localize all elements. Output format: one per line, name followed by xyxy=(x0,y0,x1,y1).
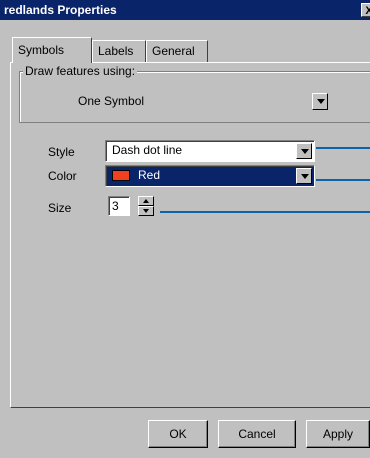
cancel-button[interactable]: Cancel xyxy=(218,420,296,448)
apply-button[interactable]: Apply xyxy=(306,420,370,448)
tab-general[interactable]: General xyxy=(146,40,208,62)
tab-labels[interactable]: Labels xyxy=(92,40,146,62)
close-button[interactable]: X xyxy=(361,3,370,17)
title-bar: redlands Properties X xyxy=(0,0,370,20)
window-title: redlands Properties xyxy=(4,3,117,17)
ok-button[interactable]: OK xyxy=(148,420,208,448)
tab-symbols[interactable]: Symbols xyxy=(12,37,92,63)
symbols-panel xyxy=(10,62,370,408)
draw-features-group-label: Draw features using: xyxy=(23,64,138,78)
